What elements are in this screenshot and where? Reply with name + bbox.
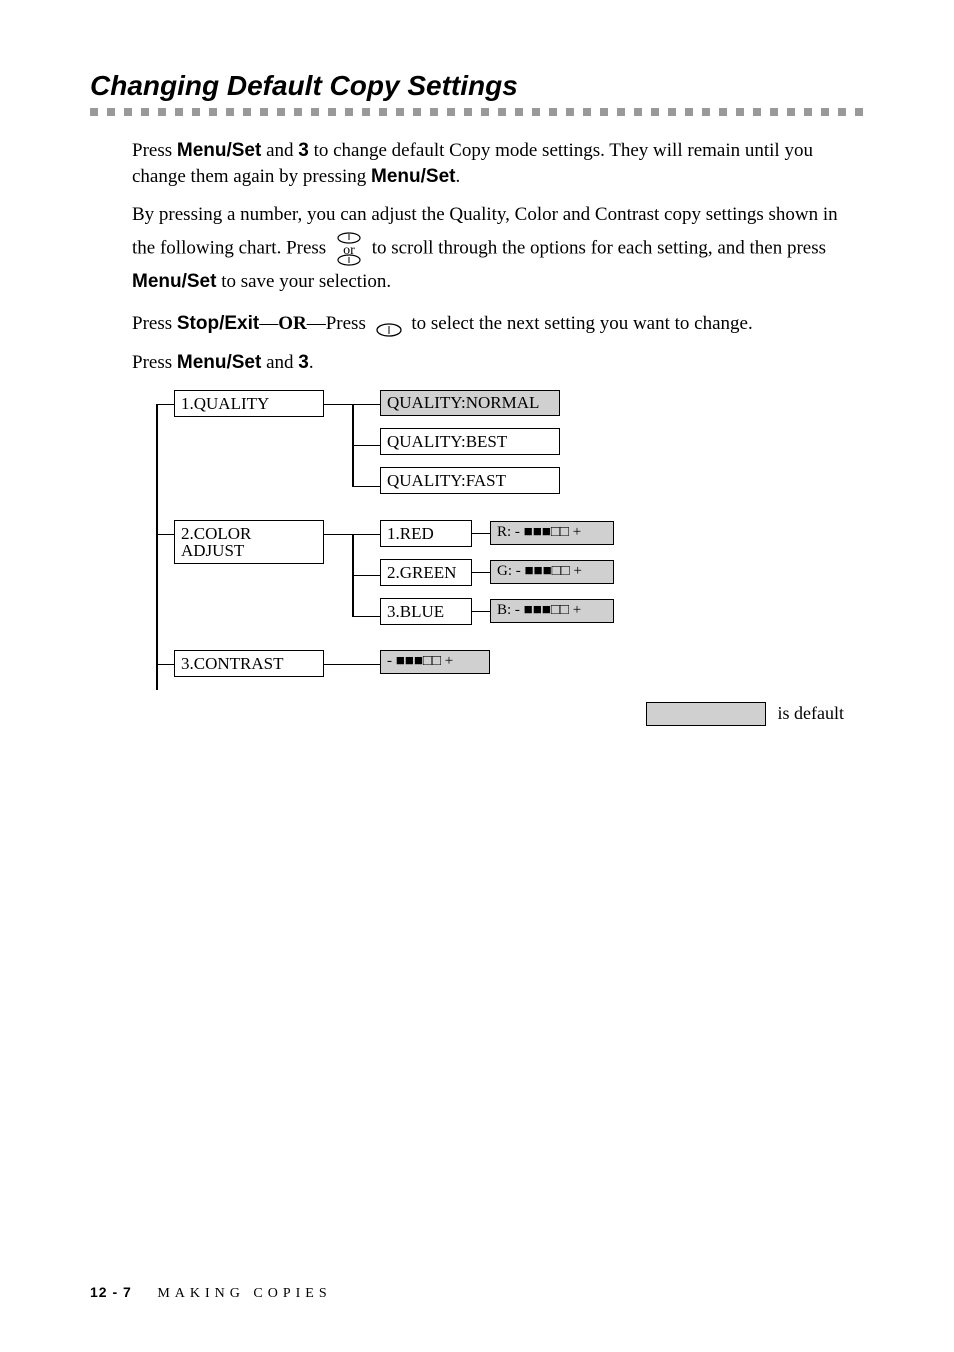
- text: to scroll through the options for each s…: [372, 237, 826, 258]
- text: —: [259, 313, 278, 334]
- color-channel-green: 2.GREEN: [380, 559, 472, 586]
- text: Press: [132, 352, 177, 373]
- text: to select the next setting you want to c…: [411, 313, 752, 334]
- paragraph-2: By pressing a number, you can adjust the…: [132, 199, 854, 298]
- key-three: 3: [298, 140, 309, 161]
- menu-item-contrast: 3.CONTRAST: [174, 650, 324, 677]
- text: .: [455, 166, 460, 187]
- menu-item-color-adjust: 2.COLOR ADJUST: [174, 520, 324, 564]
- text: to save your selection.: [216, 271, 391, 292]
- page-number: 12 - 7: [90, 1284, 132, 1300]
- text: —Press: [307, 313, 371, 334]
- text: and: [261, 352, 298, 373]
- text: and: [261, 140, 298, 161]
- color-channel-blue: 3.BLUE: [380, 598, 472, 625]
- quality-option-normal: QUALITY:NORMAL: [380, 390, 560, 416]
- paragraph-1: Press Menu/Set and 3 to change default C…: [132, 138, 854, 189]
- green-scale: G: - ■■■□□ +: [490, 560, 614, 584]
- page-footer: 12 - 7 MAKING COPIES: [90, 1284, 332, 1302]
- menu-diagram: 1.QUALITY QUALITY:NORMAL QUALITY:BEST QU…: [156, 390, 864, 678]
- menu-set-label: Menu/Set: [132, 271, 216, 292]
- divider: [90, 108, 865, 116]
- menu-set-label: Menu/Set: [371, 166, 455, 187]
- menu-item-quality: 1.QUALITY: [174, 390, 324, 417]
- color-channel-red: 1.RED: [380, 520, 472, 547]
- text: Press: [132, 140, 177, 161]
- default-legend: is default: [132, 702, 864, 726]
- menu-set-label: Menu/Set: [177, 140, 261, 161]
- chapter-label: MAKING COPIES: [157, 1286, 331, 1301]
- quality-option-best: QUALITY:BEST: [380, 428, 560, 455]
- contrast-scale: - ■■■□□ +: [380, 650, 490, 674]
- menu-set-label: Menu/Set: [177, 352, 261, 373]
- quality-option-fast: QUALITY:FAST: [380, 467, 560, 494]
- stop-exit-label: Stop/Exit: [177, 313, 259, 334]
- or-label: OR: [278, 313, 307, 334]
- down-ellipse-icon: [375, 317, 403, 333]
- text: Press: [132, 313, 177, 334]
- up-down-or-icon: or: [335, 232, 363, 266]
- red-scale: R: - ■■■□□ +: [490, 521, 614, 545]
- color-adjust-group: 2.COLOR ADJUST 1.RED R: - ■■■□□ + 2.GREE…: [174, 520, 864, 630]
- text: .: [309, 352, 314, 373]
- default-swatch: [646, 702, 766, 726]
- blue-scale: B: - ■■■□□ +: [490, 599, 614, 623]
- section-title: Changing Default Copy Settings: [90, 70, 864, 102]
- paragraph-4: Press Menu/Set and 3.: [132, 350, 854, 376]
- paragraph-3: Press Stop/Exit—OR—Press to select the n…: [132, 308, 854, 340]
- quality-group: 1.QUALITY QUALITY:NORMAL QUALITY:BEST QU…: [174, 390, 864, 500]
- contrast-group: 3.CONTRAST - ■■■□□ +: [174, 650, 864, 678]
- default-label: is default: [778, 703, 844, 724]
- body-text: Press Menu/Set and 3 to change default C…: [132, 138, 854, 376]
- key-three: 3: [298, 352, 309, 373]
